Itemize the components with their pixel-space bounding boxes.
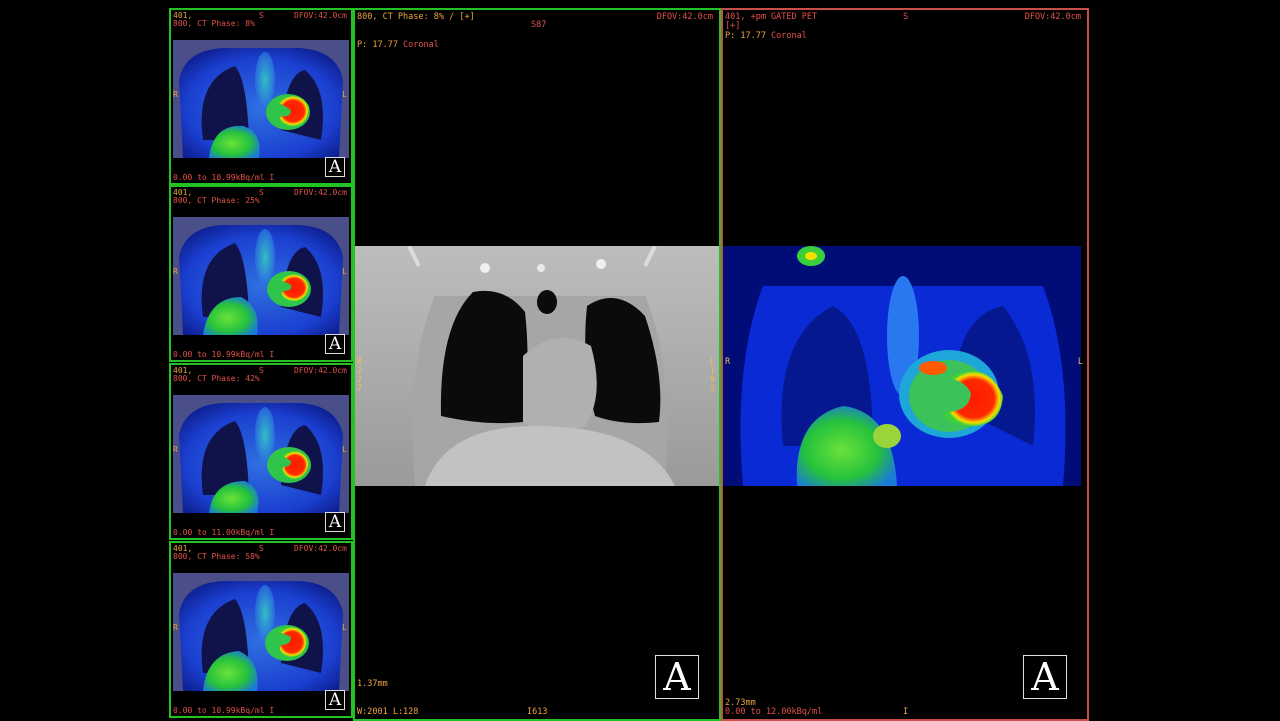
dfov-label: DFOV:42.0cm xyxy=(294,544,347,553)
phase-label: 800, CT Phase: 58% xyxy=(173,552,260,561)
orientation-left-label: R xyxy=(173,90,178,99)
ct-coronal-viewport[interactable]: 800, CT Phase: 8% / [+] S87 DFOV:42.0cm … xyxy=(353,8,721,721)
fused-pet-ct-image xyxy=(173,40,349,158)
dfov-label: DFOV:42.0cm xyxy=(294,188,347,197)
orientation-right-label: L xyxy=(1077,357,1083,367)
orientation-top-label: S xyxy=(259,11,264,20)
image-number-label: I xyxy=(903,707,909,717)
ct-coronal-image xyxy=(355,246,719,486)
orientation-left-label: R xyxy=(173,623,178,632)
orientation-right-label: L xyxy=(342,445,347,454)
annotation-toggle-button[interactable]: A xyxy=(1023,655,1067,699)
annotation-toggle-button[interactable]: A xyxy=(325,690,345,710)
suv-range-label: 0.00 to 10.99kBq/ml I xyxy=(173,173,275,182)
annotation-toggle-button[interactable]: A xyxy=(325,334,345,354)
suv-range-label: 0.00 to 11.00kBq/ml I xyxy=(173,528,275,537)
thumbnail-viewport-4[interactable]: 401, 800, CT Phase: 58% S DFOV:42.0cm R … xyxy=(169,541,353,718)
orientation-right-label: L xyxy=(342,90,347,99)
pet-header-label: 401, +pm GATED PET [+] xyxy=(725,12,818,31)
thumbnail-viewport-2[interactable]: 401, 800, CT Phase: 25% S DFOV:42.0cm R … xyxy=(169,185,353,362)
phase-label: 800, CT Phase: 42% xyxy=(173,374,260,383)
suv-range-label: 0.00 to 10.99kBq/ml I xyxy=(173,706,275,715)
orientation-left-label: R xyxy=(725,357,731,367)
plane-label: Coronal xyxy=(771,31,807,41)
suv-range-label: 0.00 to 10.99kBq/ml I xyxy=(173,350,275,359)
dfov-label: DFOV:42.0cm xyxy=(1024,12,1081,22)
orientation-top-label: S87 xyxy=(531,20,547,30)
orientation-left-label: R xyxy=(173,267,178,276)
dfov-label: DFOV:42.0cm xyxy=(294,366,347,375)
pet-coronal-viewport[interactable]: 401, +pm GATED PET [+] S DFOV:42.0cm P: … xyxy=(721,8,1089,721)
plane-label: Coronal xyxy=(403,40,439,50)
slice-position-label: P: 17.77 xyxy=(357,40,398,50)
thumbnail-viewport-1[interactable]: 401, 800, CT Phase: 8% S DFOV:42.0cm R L… xyxy=(169,8,353,185)
window-level-label: W:2001 L:128 xyxy=(357,707,419,717)
annotation-toggle-button[interactable]: A xyxy=(325,512,345,532)
thumbnail-viewport-3[interactable]: 401, 800, CT Phase: 42% S DFOV:42.0cm R … xyxy=(169,363,353,540)
orientation-right-label: L xyxy=(342,623,347,632)
orientation-top-label: S xyxy=(259,544,264,553)
fused-pet-ct-image xyxy=(173,573,349,691)
orientation-left-label: R 2 2 7 xyxy=(357,357,363,394)
annotation-toggle-button[interactable]: A xyxy=(655,655,699,699)
orientation-top-label: S xyxy=(259,188,264,197)
fused-pet-ct-image xyxy=(173,395,349,513)
fused-pet-ct-image xyxy=(173,217,349,335)
dfov-label: DFOV:42.0cm xyxy=(656,12,713,22)
orientation-top-label: S xyxy=(259,366,264,375)
suv-range-label: 0.00 to 12.00kBq/ml xyxy=(725,707,823,717)
phase-label: 800, CT Phase: 25% xyxy=(173,196,260,205)
orientation-top-label: S xyxy=(903,12,909,22)
ct-header-label: 800, CT Phase: 8% / [+] xyxy=(357,12,475,22)
dfov-label: DFOV:42.0cm xyxy=(294,11,347,20)
orientation-left-label: R xyxy=(173,445,178,454)
annotation-toggle-button[interactable]: A xyxy=(325,157,345,177)
pet-coronal-image xyxy=(723,246,1081,486)
slice-position-label: P: 17.77 xyxy=(725,31,766,41)
orientation-right-label: L xyxy=(342,267,347,276)
image-number-label: I613 xyxy=(527,707,548,717)
slice-thickness-label: 1.37mm xyxy=(357,679,388,689)
phase-label: 800, CT Phase: 8% xyxy=(173,19,255,28)
orientation-right-label: L 1 9 3 xyxy=(709,357,715,394)
